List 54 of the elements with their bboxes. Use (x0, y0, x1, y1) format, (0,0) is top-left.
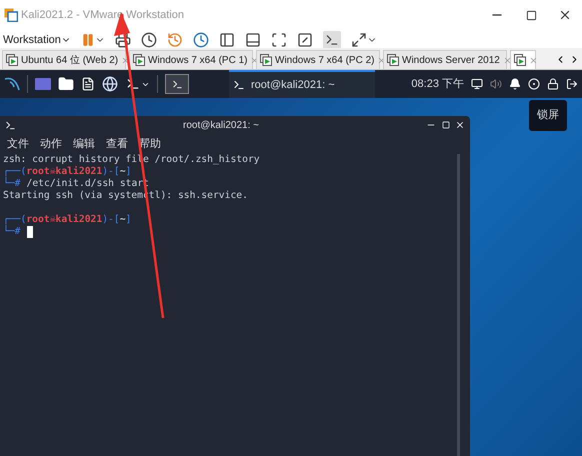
close-icon (558, 8, 572, 22)
fullscreen-icon[interactable] (270, 32, 287, 48)
vm-icon (514, 54, 526, 66)
prompt-hash: └─# (3, 226, 20, 238)
lock-icon[interactable] (547, 78, 559, 90)
vm-tab[interactable] (510, 50, 536, 69)
terminal-title: root@kali2021: ~ (182, 118, 260, 132)
notification-icon[interactable] (509, 78, 521, 90)
display-icon[interactable] (471, 78, 483, 90)
menu-item[interactable]: 查看 (106, 136, 128, 152)
vm-tab[interactable]: Ubuntu 64 位 (Web 2) (2, 50, 126, 69)
unity-icon[interactable] (296, 32, 313, 48)
prompt-hash: └─# (3, 178, 20, 190)
menu-item[interactable]: 文件 (7, 136, 29, 152)
kali-menu-icon[interactable] (4, 77, 20, 91)
volume-icon[interactable] (490, 78, 502, 90)
stretch-button[interactable] (350, 32, 377, 48)
text-editor-icon[interactable] (81, 76, 95, 92)
revert-icon[interactable] (166, 32, 183, 48)
prompt-line: ┌──(root☠kali2021)-[~] (3, 214, 132, 225)
status-icon[interactable] (528, 78, 540, 90)
logout-icon[interactable] (566, 78, 578, 90)
vm-tab[interactable]: Windows 7 x64 (PC 1) (129, 50, 253, 69)
prompt-line: ┌──(root☠kali2021)-[~] (3, 166, 132, 177)
snapshot-manager-icon[interactable] (192, 32, 209, 48)
vm-icon (6, 54, 18, 66)
vm-tab[interactable]: Windows 7 x64 (PC 2) (256, 50, 380, 69)
snapshot-icon[interactable] (140, 32, 157, 48)
clock[interactable]: 08:23 下午 (411, 76, 464, 92)
menu-item[interactable]: 编辑 (73, 136, 95, 152)
maximize-icon (526, 10, 536, 20)
browser-icon[interactable] (102, 76, 118, 92)
pause-icon (80, 33, 95, 47)
workstation-menu[interactable]: Workstation (3, 32, 71, 48)
vm-icon (133, 54, 145, 66)
app-logo-icon (4, 8, 18, 22)
close-icon[interactable] (455, 120, 465, 130)
stretch-icon (350, 32, 367, 48)
tooltip: 锁屏 (529, 100, 567, 130)
menu-item[interactable]: 动作 (40, 136, 62, 152)
folder-icon[interactable] (58, 76, 74, 92)
close-tab-icon[interactable] (121, 56, 130, 64)
sidebar-icon[interactable] (218, 32, 235, 48)
close-tab-icon[interactable] (502, 56, 512, 64)
vm-icon (260, 54, 272, 66)
vm-icon (387, 54, 399, 66)
thumbnail-icon[interactable] (244, 32, 261, 48)
maximize-icon[interactable] (442, 121, 450, 129)
task-button[interactable]: root@kali2021: ~ (229, 70, 375, 98)
vm-tab[interactable]: Windows Server 2012 (383, 50, 507, 69)
pause-button[interactable] (80, 33, 105, 47)
console-view-button[interactable] (322, 31, 341, 49)
terminal-taskbar-icon[interactable] (165, 74, 189, 94)
close-tab-icon[interactable] (529, 56, 538, 64)
